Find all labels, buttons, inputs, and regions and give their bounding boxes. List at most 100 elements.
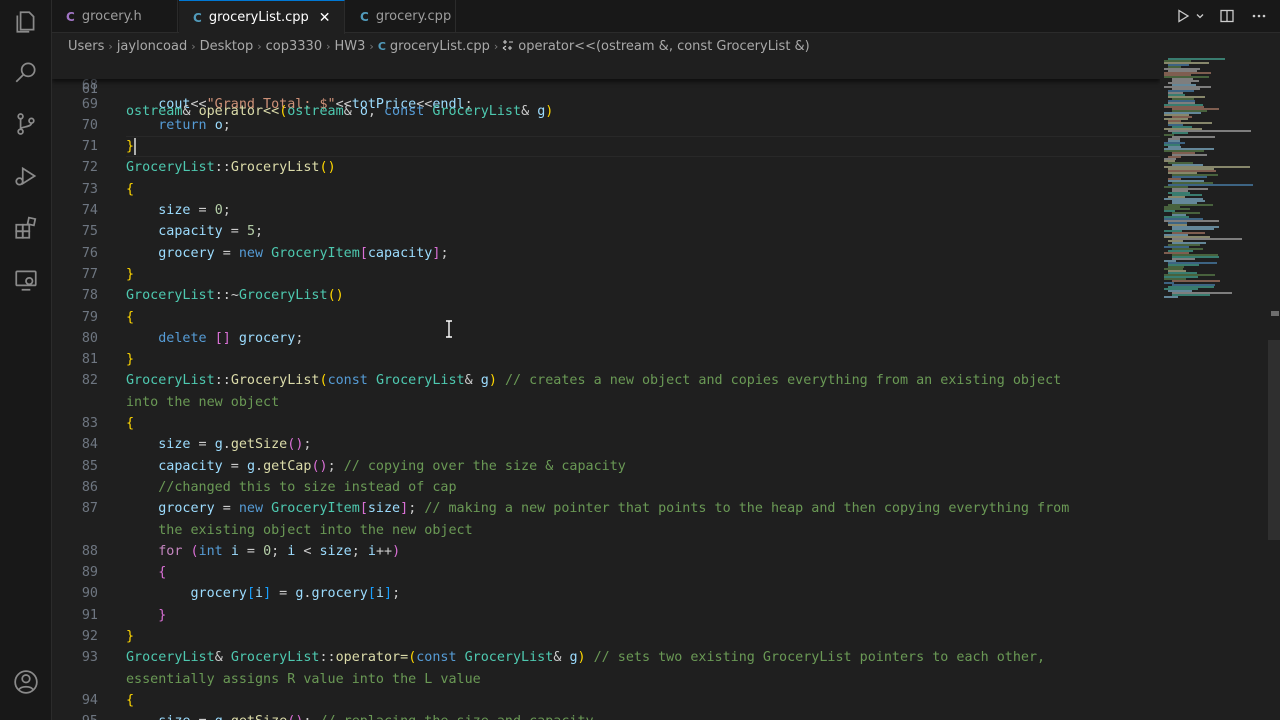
sticky-code-line: ostream& operator<<(ostream& o, const Gr…	[126, 103, 554, 119]
minimap-line	[1172, 132, 1188, 134]
code-editor[interactable]: 61 ostream& operator<<(ostream& o, const…	[52, 58, 1160, 720]
code-text: grocery[i] = g.grocery[i];	[190, 586, 401, 602]
chevron-right-icon: ›	[326, 39, 331, 53]
tab-label: groceryList.cpp	[208, 10, 309, 25]
split-editor-icon[interactable]	[1216, 5, 1238, 27]
code-text: {	[158, 565, 167, 581]
account-icon[interactable]	[12, 668, 40, 696]
line-number: 88	[81, 543, 98, 559]
line-number: 90	[81, 586, 98, 602]
code-text: }	[158, 607, 167, 623]
run-debug-icon[interactable]	[12, 162, 40, 190]
caret	[134, 137, 137, 155]
code-text: grocery = new GroceryItem[capacity];	[158, 245, 449, 261]
line-number: 81	[81, 352, 98, 368]
extensions-icon[interactable]	[12, 214, 40, 242]
code-text: GroceryList::GroceryList(const GroceryLi…	[126, 373, 1062, 389]
line-number: 78	[81, 288, 98, 304]
code-text: {	[126, 416, 135, 431]
line-number: 82	[81, 373, 98, 389]
code-text: GroceryList& GroceryList::operator=(cons…	[126, 650, 1046, 666]
scrollbar-thumb[interactable]	[1268, 340, 1280, 540]
code-text: size = g.getSize();	[158, 437, 312, 453]
line-number: 94	[81, 692, 98, 708]
line-number: 93	[81, 650, 98, 666]
breadcrumb-item[interactable]: Users	[68, 39, 104, 54]
minimap[interactable]	[1160, 58, 1266, 308]
code-text: essentially assigns R value into the L v…	[126, 671, 481, 687]
minimap-line	[1172, 280, 1220, 282]
code-text: }	[126, 137, 137, 155]
chevron-right-icon: ›	[257, 39, 262, 53]
code-text: GroceryList::~GroceryList()	[126, 288, 344, 304]
code-text: size = 0;	[158, 203, 231, 218]
code-text: }	[126, 352, 135, 368]
chevron-right-icon: ›	[108, 39, 113, 53]
run-icon[interactable]	[1172, 5, 1194, 27]
code-text: size = g.getSize(); // replacing the siz…	[126, 711, 593, 720]
operator-symbol-icon	[502, 39, 514, 54]
tab-bar: C grocery.h C groceryList.cpp ✕ C grocer…	[52, 0, 1280, 34]
c-file-icon: C	[66, 9, 75, 24]
code-text: the existing object into the new object	[126, 522, 473, 538]
breadcrumb-item[interactable]: jayloncoad	[117, 39, 187, 54]
code-text: {	[126, 181, 135, 197]
line-number: 77	[81, 266, 98, 282]
code-text: //changed this to size instead of cap	[158, 479, 457, 495]
code-text: {	[126, 692, 135, 708]
sticky-scroll-header[interactable]: 61 ostream& operator<<(ostream& o, const…	[52, 58, 1160, 119]
line-number: 74	[81, 203, 98, 218]
line-number: 91	[81, 607, 98, 623]
tab-grocery-h[interactable]: C grocery.h	[52, 0, 178, 33]
overview-ruler-mark	[1271, 311, 1279, 316]
tab-grocerylist-cpp[interactable]: C groceryList.cpp ✕	[179, 0, 345, 34]
vertical-scrollbar[interactable]	[1266, 58, 1280, 720]
line-number: 84	[81, 437, 98, 453]
line-number: 92	[81, 629, 98, 644]
tab-grocery-cpp[interactable]: C grocery.cpp	[346, 0, 456, 33]
code-text: }	[126, 266, 135, 282]
line-number: 85	[81, 458, 98, 474]
tab-label: grocery.cpp	[375, 9, 452, 24]
cpp-file-icon: C	[360, 9, 369, 24]
chevron-down-icon[interactable]	[1194, 5, 1206, 27]
activity-bar	[0, 0, 52, 720]
breadcrumb-item[interactable]: cop3330	[266, 39, 322, 54]
source-control-icon[interactable]	[12, 110, 40, 138]
code-text: for (int i = 0; i < size; i++)	[158, 543, 401, 559]
tab-label: grocery.h	[81, 9, 142, 24]
breadcrumb-item[interactable]: HW3	[335, 39, 366, 54]
line-number: 75	[81, 224, 98, 240]
line-number: 87	[81, 501, 98, 517]
line-number: 86	[81, 479, 98, 495]
line-number: 72	[81, 160, 98, 176]
line-number: 95	[52, 711, 98, 720]
line-number: 73	[81, 181, 98, 197]
code-text: grocery = new GroceryItem[size]; // maki…	[158, 501, 1070, 517]
cpp-file-icon: C	[377, 39, 386, 53]
code-text: }	[126, 629, 135, 644]
editor-actions	[1172, 5, 1270, 27]
breadcrumb-item[interactable]: Desktop	[200, 39, 254, 54]
code-text: delete [] grocery;	[158, 330, 304, 346]
explorer-icon[interactable]	[12, 8, 40, 36]
current-line-highlight	[126, 136, 1160, 158]
close-icon[interactable]: ✕	[319, 10, 331, 26]
breadcrumb-item[interactable]: groceryList.cpp	[390, 39, 490, 54]
breadcrumb-item[interactable]: operator<<(ostream &, const GroceryList …	[518, 39, 810, 54]
line-number: 79	[81, 309, 98, 325]
line-number: 83	[81, 416, 98, 431]
code-text: GroceryList::GroceryList()	[126, 160, 336, 176]
search-icon[interactable]	[12, 58, 40, 86]
remote-explorer-icon[interactable]	[12, 266, 40, 294]
line-number: 61	[81, 82, 98, 98]
more-icon[interactable]	[1248, 5, 1270, 27]
cpp-file-icon: C	[193, 10, 202, 25]
code-text: capacity = 5;	[158, 224, 264, 240]
code-text: capacity = g.getCap(); // copying over t…	[158, 458, 626, 474]
line-number: 76	[81, 245, 98, 261]
code-text: into the new object	[126, 394, 280, 410]
chevron-right-icon: ›	[493, 39, 499, 53]
line-number: 80	[81, 330, 98, 346]
minimap-line	[1164, 296, 1178, 298]
